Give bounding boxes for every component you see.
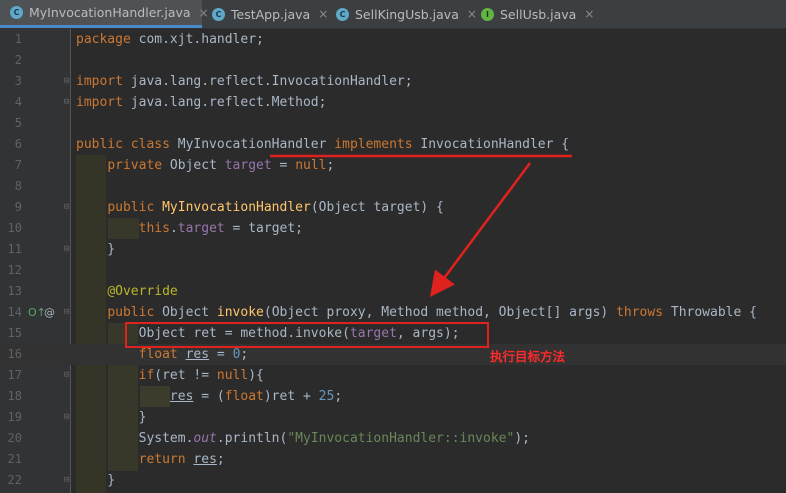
annotation-marker-icon: @ — [44, 306, 55, 319]
code-line[interactable]: 11 ⊟ } — [0, 239, 786, 260]
line-number: 21 — [7, 452, 22, 466]
code-line[interactable]: 13 @Override — [0, 281, 786, 302]
fold-icon[interactable]: ⊟ — [64, 202, 71, 212]
class-icon: C — [336, 7, 349, 21]
fold-icon[interactable]: ⊟ — [64, 244, 71, 254]
tab-testapp[interactable]: C TestApp.java × — [202, 0, 328, 28]
line-number: 16 — [7, 347, 22, 361]
tab-label: SellKingUsb.java — [355, 6, 459, 22]
line-number: 19 — [7, 410, 22, 424]
code-line[interactable]: 12 — [0, 260, 786, 281]
line-number: 11 — [7, 242, 22, 256]
code-line[interactable]: 17 ⊟ if(ret != null){ — [0, 365, 786, 386]
tab-label: TestApp.java — [231, 6, 311, 22]
code-line[interactable]: 9 ⊟ public MyInvocationHandler(Object ta… — [0, 197, 786, 218]
code-line[interactable]: 10 this.target = target; — [0, 218, 786, 239]
line-number: 12 — [7, 263, 22, 277]
code-line[interactable]: 15 Object ret = method.invoke(target, ar… — [0, 323, 786, 344]
line-number: 4 — [14, 95, 22, 109]
line-number: 22 — [7, 473, 22, 487]
code-line[interactable]: 22 ⊟ } — [0, 470, 786, 491]
line-number: 5 — [14, 116, 22, 130]
fold-icon[interactable]: ⊟ — [64, 412, 71, 422]
code-line[interactable]: 8 — [0, 176, 786, 197]
line-number: 9 — [14, 200, 22, 214]
line-number: 14 — [7, 305, 22, 319]
code-line[interactable]: 20 System.out.println("MyInvocationHandl… — [0, 428, 786, 449]
fold-icon[interactable]: ⊟ — [64, 97, 71, 107]
tab-sellkingusb[interactable]: C SellKingUsb.java × — [326, 0, 477, 28]
line-number: 6 — [14, 137, 22, 151]
code-line[interactable]: 6 public class MyInvocationHandler imple… — [0, 134, 786, 155]
line-number: 1 — [14, 32, 22, 46]
tab-label: MyInvocationHandler.java — [29, 5, 191, 20]
code-line[interactable]: 18 res = (float)ret + 25; — [0, 386, 786, 407]
fold-icon[interactable]: ⊟ — [64, 307, 71, 317]
close-icon[interactable]: × — [584, 7, 594, 21]
class-icon: C — [10, 6, 23, 19]
class-icon: C — [212, 7, 225, 21]
line-number: 18 — [7, 389, 22, 403]
interface-icon: I — [481, 7, 494, 21]
line-number: 10 — [7, 221, 22, 235]
line-number: 3 — [14, 74, 22, 88]
code-line[interactable]: 5 — [0, 113, 786, 134]
line-number: 15 — [7, 326, 22, 340]
line-number: 20 — [7, 431, 22, 445]
tab-label: SellUsb.java — [500, 6, 577, 22]
line-number: 8 — [14, 179, 22, 193]
code-line[interactable]: 3 ⊟ import java.lang.reflect.InvocationH… — [0, 71, 786, 92]
tab-myinvocationhandler[interactable]: C MyInvocationHandler.java × — [0, 0, 209, 28]
tab-sellusb[interactable]: I SellUsb.java × — [471, 0, 594, 28]
code-line[interactable]: 21 return res; — [0, 449, 786, 470]
code-line[interactable]: 1 package com.xjt.handler; — [0, 29, 786, 50]
fold-icon[interactable]: ⊟ — [64, 76, 71, 86]
code-line[interactable]: 7 private Object target = null; — [0, 155, 786, 176]
fold-icon[interactable]: ⊟ — [64, 370, 71, 380]
annotation-label: 执行目标方法 — [490, 349, 566, 364]
code-line[interactable]: 2 — [0, 50, 786, 71]
code-line[interactable]: 19 ⊟ } — [0, 407, 786, 428]
line-number: 17 — [7, 368, 22, 382]
line-number: 7 — [14, 158, 22, 172]
line-number: 2 — [14, 53, 22, 67]
fold-icon[interactable]: ⊟ — [64, 475, 71, 485]
editor-tab-bar: C MyInvocationHandler.java × C TestApp.j… — [0, 0, 786, 29]
line-number: 13 — [7, 284, 22, 298]
code-line[interactable]: 4 ⊟ import java.lang.reflect.Method; — [0, 92, 786, 113]
code-line[interactable]: 14 O↑ @ ⊟ public Object invoke(Object pr… — [0, 302, 786, 323]
code-line-current[interactable]: 16 float res = 0; — [0, 344, 786, 365]
